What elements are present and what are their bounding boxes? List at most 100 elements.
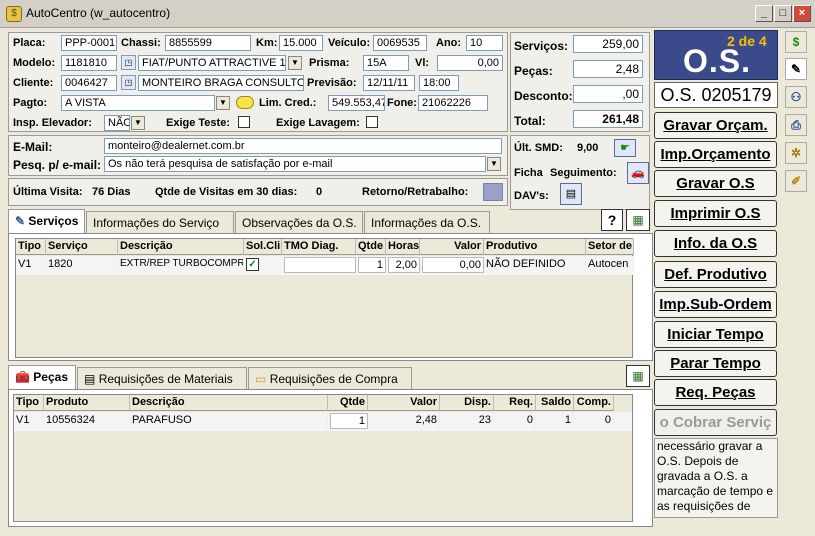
- cell: V1: [16, 256, 46, 274]
- tab-label: Serviços: [28, 214, 79, 228]
- tab-requisicoes-compra[interactable]: ▭ Requisições de Compra: [248, 367, 412, 389]
- col-header[interactable]: Valor: [368, 395, 440, 411]
- cell: EXTR/REP TURBOCOMPRESSOR: [118, 256, 244, 274]
- vl-field[interactable]: 0,00: [437, 55, 503, 71]
- chevron-down-icon[interactable]: ▼: [487, 157, 501, 171]
- valor-field[interactable]: 0,00: [422, 257, 484, 273]
- davs-label: DAV's:: [514, 190, 549, 202]
- qtde-field[interactable]: 1: [358, 257, 386, 273]
- chevron-down-icon[interactable]: ▼: [131, 116, 145, 130]
- col-header[interactable]: TMO Diag.: [282, 239, 356, 255]
- parar-tempo-button[interactable]: Parar Tempo: [654, 350, 777, 377]
- table-row[interactable]: V1 10556324 PARAFUSO 1 2,48 23 0 1 0: [14, 412, 632, 431]
- table-row[interactable]: V1 1820 EXTR/REP TURBOCOMPRESSOR ✓ 1 2,0…: [16, 256, 634, 275]
- col-header[interactable]: Horas: [386, 239, 420, 255]
- col-header[interactable]: Descrição: [118, 239, 244, 255]
- col-header[interactable]: Comp.: [574, 395, 614, 411]
- col-header[interactable]: Sol.Cli.: [244, 239, 282, 255]
- grid-settings-icon[interactable]: ▦: [626, 209, 650, 231]
- help-icon[interactable]: ?: [601, 209, 623, 231]
- qtde-visitas-value: 0: [316, 186, 323, 198]
- exige-lavagem-checkbox[interactable]: [366, 116, 378, 128]
- col-header[interactable]: Req.: [494, 395, 536, 411]
- printer-icon[interactable]: ⎙: [785, 114, 807, 136]
- email-field[interactable]: monteiro@dealernet.com.br: [104, 138, 502, 154]
- prisma-field[interactable]: 15A: [363, 55, 409, 71]
- minimize-button[interactable]: _: [755, 5, 773, 22]
- col-header[interactable]: Setor de: [586, 239, 634, 255]
- desconto-field[interactable]: ,00: [573, 85, 643, 103]
- credit-status-icon[interactable]: [236, 96, 254, 109]
- fone-field[interactable]: 21062226: [418, 95, 488, 111]
- edit-document-icon[interactable]: ✎: [785, 58, 807, 80]
- tab-pecas[interactable]: 🧰 Peças: [8, 365, 76, 389]
- horas-field[interactable]: 2,00: [388, 257, 420, 273]
- grid-settings-icon[interactable]: ▦: [626, 365, 650, 387]
- imp-sub-ordem-button[interactable]: Imp.Sub-Ordem: [654, 291, 777, 318]
- imp-orcamento-button[interactable]: Imp.Orçamento: [654, 141, 777, 168]
- lookup-icon[interactable]: ◳: [121, 55, 136, 70]
- car-icon[interactable]: 🚗: [627, 162, 649, 184]
- veiculo-field[interactable]: 0069535: [373, 35, 427, 51]
- cliente-code-field[interactable]: 0046427: [61, 75, 117, 91]
- previsao-time-field[interactable]: 18:00: [419, 75, 459, 91]
- imprimir-os-button[interactable]: Imprimir O.S: [654, 200, 777, 227]
- def-produtivo-button[interactable]: Def. Produtivo: [654, 261, 777, 288]
- col-header[interactable]: Descrição: [130, 395, 328, 411]
- pointer-hand-icon[interactable]: ☛: [614, 139, 636, 157]
- lookup-icon[interactable]: ◳: [121, 75, 136, 90]
- req-pecas-button[interactable]: Req. Peças: [654, 379, 777, 406]
- col-header[interactable]: Disp.: [440, 395, 494, 411]
- tab-informacoes-os[interactable]: Informações da O.S.: [364, 211, 490, 233]
- col-header[interactable]: Serviço: [46, 239, 118, 255]
- modelo-code-field[interactable]: 1181810: [61, 55, 117, 71]
- previsao-date-field[interactable]: 12/11/11: [363, 75, 415, 91]
- gravar-orcamento-button[interactable]: Gravar Orçam.: [654, 112, 777, 139]
- pencil-icon[interactable]: ✐: [785, 170, 807, 192]
- col-header[interactable]: Tipo: [14, 395, 44, 411]
- col-header[interactable]: Saldo: [536, 395, 574, 411]
- info-os-button[interactable]: Info. da O.S: [654, 230, 777, 257]
- col-header[interactable]: Produto: [44, 395, 130, 411]
- cell: 23: [440, 412, 494, 430]
- dollar-icon[interactable]: $: [785, 31, 807, 53]
- os-header-panel: 2 de 4 O.S.: [654, 30, 778, 80]
- insp-select[interactable]: NÃO: [104, 115, 130, 131]
- close-button[interactable]: ×: [793, 5, 811, 22]
- ano-field[interactable]: 10: [466, 35, 503, 51]
- km-label: Km:: [256, 37, 278, 49]
- tab-servicos[interactable]: ✎ Serviços: [8, 209, 85, 233]
- maximize-button[interactable]: □: [774, 5, 792, 22]
- modelo-label: Modelo:: [13, 57, 56, 69]
- col-header[interactable]: Valor: [420, 239, 484, 255]
- tab-observacoes-os[interactable]: Observações da O.S.: [235, 211, 363, 233]
- km-field[interactable]: 15.000: [279, 35, 323, 51]
- chevron-down-icon[interactable]: ▼: [216, 96, 230, 110]
- qtde-field[interactable]: 1: [330, 413, 368, 429]
- pagto-field[interactable]: A VISTA: [61, 95, 215, 111]
- qtde-visitas-label: Qtde de Visitas em 30 dias:: [155, 186, 298, 198]
- tab-requisicoes-materiais[interactable]: ▤ Requisições de Materiais: [77, 367, 247, 389]
- document-icon[interactable]: ▤: [560, 183, 582, 205]
- email-label: E-Mail:: [13, 140, 53, 154]
- tab-informacoes-servico[interactable]: Informações do Serviço: [86, 211, 234, 233]
- tmo-diag-field[interactable]: [284, 257, 356, 273]
- col-header[interactable]: Produtivo: [484, 239, 586, 255]
- exige-teste-checkbox[interactable]: [238, 116, 250, 128]
- col-header[interactable]: Qtde: [328, 395, 368, 411]
- nao-cobrar-servico-button[interactable]: o Cobrar Serviç: [654, 409, 777, 436]
- settings-icon[interactable]: ✲: [785, 142, 807, 164]
- pesq-select[interactable]: Os não terá pesquisa de satisfação por e…: [104, 156, 486, 172]
- cliente-name-field[interactable]: MONTEIRO BRAGA CONSULTORIA: [138, 75, 304, 91]
- cell: 0: [494, 412, 536, 430]
- gravar-os-button[interactable]: Gravar O.S: [654, 170, 777, 197]
- sol-cli-checkbox[interactable]: ✓: [246, 258, 259, 271]
- col-header[interactable]: Tipo: [16, 239, 46, 255]
- placa-field[interactable]: PPP-0001: [61, 35, 117, 51]
- chevron-down-icon[interactable]: ▼: [288, 56, 302, 70]
- iniciar-tempo-button[interactable]: Iniciar Tempo: [654, 321, 777, 348]
- col-header[interactable]: Qtde: [356, 239, 386, 255]
- modelo-name-field[interactable]: FIAT/PUNTO ATTRACTIVE 1.4: [138, 55, 286, 71]
- users-icon[interactable]: ⚇: [785, 86, 807, 108]
- chassi-field[interactable]: 8855599: [165, 35, 251, 51]
